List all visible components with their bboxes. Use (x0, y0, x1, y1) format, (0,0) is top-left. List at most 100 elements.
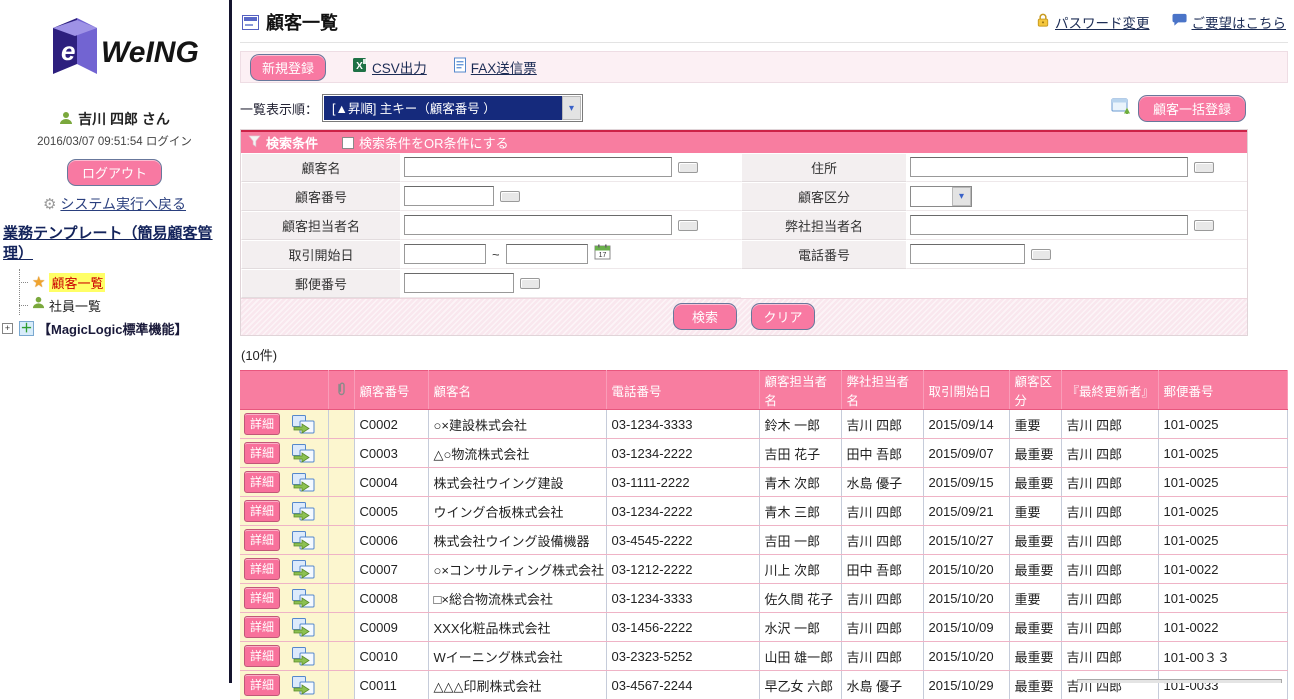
copy-record-icon[interactable] (291, 443, 316, 464)
bulk-register-button[interactable]: 顧客一括登録 (1138, 95, 1246, 122)
table-cell: 吉川 四郎 (1061, 410, 1158, 439)
table-cell: 2015/09/07 (923, 439, 1009, 468)
sort-label: 一覧表示順： (240, 99, 318, 118)
copy-record-icon[interactable] (291, 472, 316, 493)
zip-input[interactable] (404, 273, 514, 293)
table-cell: 03-1456-2222 (606, 613, 759, 642)
calendar-icon[interactable]: 17 (594, 243, 611, 265)
password-change-link[interactable]: パスワード変更 (1055, 12, 1150, 32)
search-button[interactable]: 検索 (673, 303, 737, 330)
copy-record-icon[interactable] (291, 646, 316, 667)
table-cell: C0004 (354, 468, 428, 497)
detail-button[interactable]: 詳細 (244, 645, 280, 667)
table-cell: 2015/10/20 (923, 584, 1009, 613)
field-label-tel: 電話番号 (741, 240, 907, 269)
table-cell: 水島 優子 (841, 468, 923, 497)
table-cell: 吉川 四郎 (1061, 555, 1158, 584)
detail-button[interactable]: 詳細 (244, 587, 280, 609)
copy-record-icon[interactable] (291, 617, 316, 638)
table-cell: 最重要 (1009, 439, 1061, 468)
lookup-button[interactable] (1194, 162, 1214, 173)
table-cell: □×総合物流株式会社 (428, 584, 606, 613)
or-condition-checkbox[interactable] (342, 137, 354, 149)
result-count: (10件) (240, 345, 1288, 364)
lookup-button[interactable] (520, 278, 540, 289)
copy-record-icon[interactable] (291, 675, 316, 696)
or-condition-toggle[interactable]: 検索条件をOR条件にする (342, 133, 509, 152)
table-row: 詳細 C0005ウイング合板株式会社03-1234-2222青木 三郎吉川 四郎… (240, 497, 1288, 526)
sidebar-menu: ★ 顧客一覧 社員一覧 + ＋ 【MagicLogic標準機能】 (12, 271, 229, 340)
table-cell: C0005 (354, 497, 428, 526)
table-cell: 最重要 (1009, 468, 1061, 497)
column-header: 電話番号 (606, 371, 759, 410)
table-cell: 佐久間 花子 (759, 584, 841, 613)
expand-icon[interactable]: + (2, 323, 13, 334)
new-record-button[interactable]: 新規登録 (250, 54, 326, 81)
customer-class-select[interactable]: ▾ (910, 186, 972, 207)
table-cell: 吉川 四郎 (1061, 584, 1158, 613)
chevron-down-icon: ▾ (562, 96, 581, 120)
fax-sheet-link[interactable]: FAX送信票 (471, 57, 537, 77)
table-cell: 101-0025 (1158, 526, 1288, 555)
copy-record-icon[interactable] (291, 414, 316, 435)
table-row: 詳細 C0008□×総合物流株式会社03-1234-3333佐久間 花子吉川 四… (240, 584, 1288, 613)
detail-button[interactable]: 詳細 (244, 500, 280, 522)
lookup-button[interactable] (500, 191, 520, 202)
detail-button[interactable]: 詳細 (244, 529, 280, 551)
funnel-icon (248, 135, 261, 151)
detail-button[interactable]: 詳細 (244, 471, 280, 493)
trade-start-to-input[interactable] (506, 244, 588, 264)
lookup-button[interactable] (1031, 249, 1051, 260)
range-separator: ~ (492, 247, 500, 262)
table-cell: 03-1234-3333 (606, 410, 759, 439)
customer-name-input[interactable] (404, 157, 672, 177)
trade-start-from-input[interactable] (404, 244, 486, 264)
template-heading[interactable]: 業務テンプレート（簡易顧客管理） (0, 224, 229, 265)
lookup-button[interactable] (678, 220, 698, 231)
clear-button[interactable]: クリア (751, 303, 815, 330)
lookup-button[interactable] (1194, 220, 1214, 231)
system-return-link[interactable]: システム実行へ戻る (60, 194, 186, 214)
table-cell: 2015/10/20 (923, 555, 1009, 584)
copy-record-icon[interactable] (291, 559, 316, 580)
detail-button[interactable]: 詳細 (244, 442, 280, 464)
table-row: 詳細 C0006株式会社ウイング設備機器03-4545-2222吉田 一郎吉川 … (240, 526, 1288, 555)
request-link[interactable]: ご要望はこちら (1192, 12, 1287, 32)
sidebar-item-employees[interactable]: 社員一覧 (12, 294, 229, 317)
customer-no-input[interactable] (404, 186, 494, 206)
horizontal-scrollbar[interactable] (1077, 679, 1282, 683)
detail-button[interactable]: 詳細 (244, 616, 280, 638)
login-time: 2016/03/07 09:51:54 ログイン (0, 133, 229, 149)
copy-record-icon[interactable] (291, 530, 316, 551)
our-rep-input[interactable] (910, 215, 1188, 235)
table-cell: C0007 (354, 555, 428, 584)
lookup-button[interactable] (678, 162, 698, 173)
search-panel: 検索条件 検索条件をOR条件にする 顧客名 住所 顧客番号 (240, 129, 1248, 336)
table-cell: 101-0025 (1158, 439, 1288, 468)
csv-export-link[interactable]: CSV出力 (372, 57, 427, 77)
detail-button[interactable]: 詳細 (244, 558, 280, 580)
table-cell: 03-1234-3333 (606, 584, 759, 613)
user-icon (59, 111, 73, 128)
column-header: 顧客区分 (1009, 371, 1061, 410)
field-label-our-rep: 弊社担当者名 (741, 211, 907, 240)
column-header: 郵便番号 (1158, 371, 1288, 410)
table-cell: 2015/10/27 (923, 526, 1009, 555)
sidebar-item-magiclogic[interactable]: + ＋ 【MagicLogic標準機能】 (2, 317, 229, 340)
logout-button[interactable]: ログアウト (67, 159, 162, 186)
detail-button[interactable]: 詳細 (244, 413, 280, 435)
sort-order-select[interactable]: [▲昇順] 主キー（顧客番号 ） ▾ (322, 94, 583, 122)
field-label-trade-start: 取引開始日 (241, 240, 401, 269)
copy-record-icon[interactable] (291, 501, 316, 522)
copy-record-icon[interactable] (291, 588, 316, 609)
tel-input[interactable] (910, 244, 1025, 264)
or-condition-label: 検索条件をOR条件にする (359, 133, 509, 152)
main-area: 顧客一覧 パスワード変更 ご要望はこちら 新規登録 X CSV出力 (232, 0, 1294, 683)
table-cell: 最重要 (1009, 555, 1061, 584)
customer-rep-input[interactable] (404, 215, 672, 235)
table-row: 詳細 C0002○×建設株式会社03-1234-3333鈴木 一郎吉川 四郎20… (240, 410, 1288, 439)
address-input[interactable] (910, 157, 1188, 177)
detail-button[interactable]: 詳細 (244, 674, 280, 696)
sidebar-item-customers[interactable]: ★ 顧客一覧 (12, 271, 229, 294)
field-label-customer-class: 顧客区分 (741, 182, 907, 211)
